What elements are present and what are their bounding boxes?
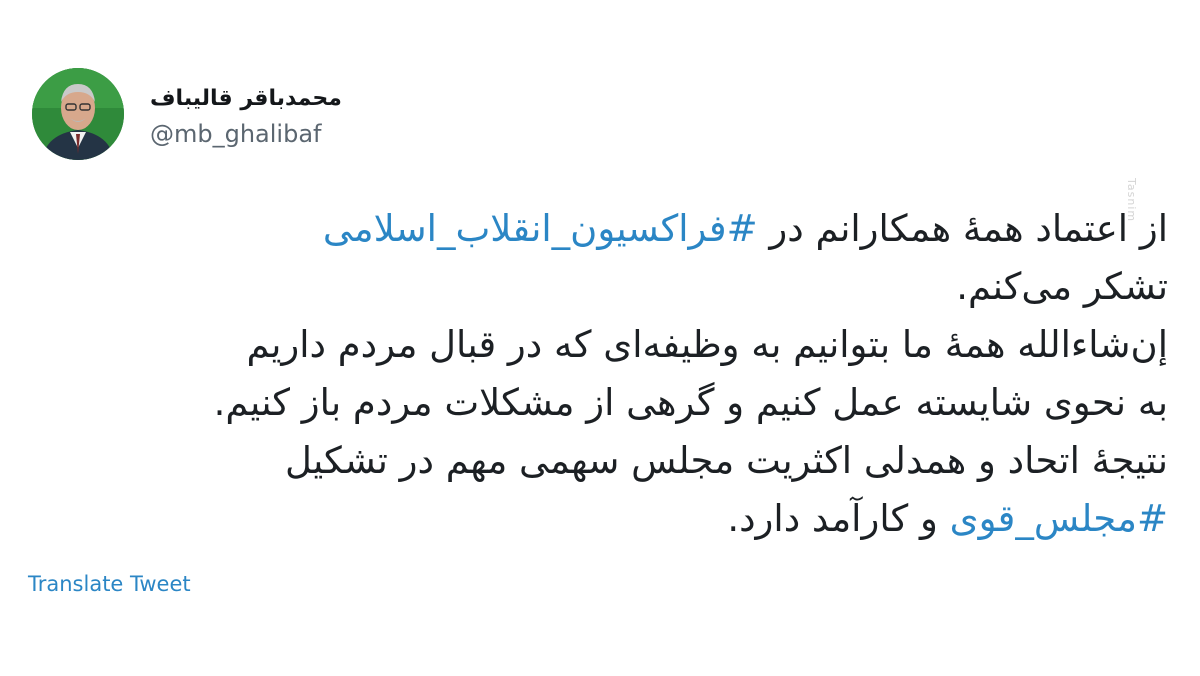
tweet-line-6-text: و کارآمد دارد. xyxy=(727,497,950,540)
profile-photo-icon xyxy=(32,68,124,160)
watermark: Tasnim xyxy=(1125,178,1138,223)
tweet-line-6: #مجلس_قوی و کارآمد دارد. xyxy=(18,490,1168,548)
author-handle[interactable]: @mb_ghalibaf xyxy=(150,120,322,148)
tweet-line-2: تشکر می‌کنم. xyxy=(956,265,1168,308)
author-display-name[interactable]: محمدباقر قالیباف xyxy=(150,86,360,111)
tweet-line-5: نتیجهٔ اتحاد و همدلی اکثریت مجلس سهمی مه… xyxy=(285,439,1168,482)
avatar[interactable] xyxy=(32,68,124,160)
tweet-line-3: إن‌شاءالله همهٔ ما بتوانیم به وظیفه‌ای ک… xyxy=(246,323,1168,366)
hashtag-link[interactable]: #مجلس_قوی xyxy=(950,497,1168,540)
tweet-text: از اعتماد همهٔ همکارانم در #فراکسیون_انق… xyxy=(18,200,1168,548)
tweet-line-1: از اعتماد همهٔ همکارانم در #فراکسیون_انق… xyxy=(18,200,1168,258)
tweet-line-1-text: از اعتماد همهٔ همکارانم در xyxy=(757,207,1168,250)
tweet-line-4: به نحوی شایسته عمل کنیم و گرهی از مشکلات… xyxy=(213,381,1168,424)
translate-tweet-link[interactable]: Translate Tweet xyxy=(28,572,191,596)
hashtag-link[interactable]: #فراکسیون_انقلاب_اسلامی xyxy=(323,207,758,250)
tweet-card: محمدباقر قالیباف @mb_ghalibaf از اعتماد … xyxy=(0,0,1200,676)
